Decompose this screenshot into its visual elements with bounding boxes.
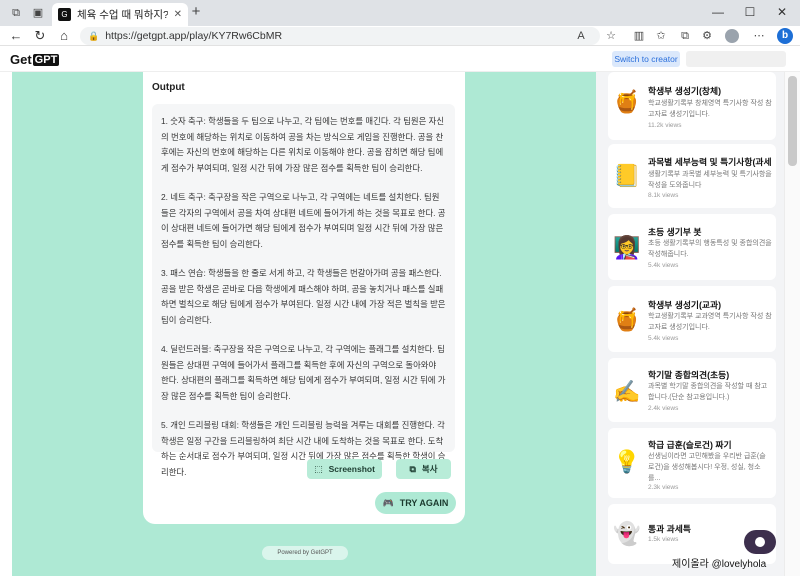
sidebar-item[interactable]: 🍯 학생부 생성기(교과) 학교생활기록부 교과영역 특기사항 작성 참고자료 … (608, 286, 776, 352)
logo-gpt-text: GPT (32, 53, 60, 66)
lock-icon: 🔒 (88, 30, 100, 41)
close-window-icon[interactable]: ✕ (772, 5, 792, 19)
screenshot-icon: ⬚ (314, 463, 323, 474)
read-aloud-icon[interactable]: A (574, 29, 588, 43)
new-tab-icon[interactable]: + (188, 4, 204, 20)
sidebar-item[interactable]: 💡 학급 급훈(슬로건) 짜기 선생님이라면 고민해봤을 우리반 급훈(슬로건)… (608, 428, 776, 498)
sidebar-item[interactable]: 👩‍🏫 초등 생기부 봇 초등 생활기록부의 행동특성 및 종합의견을 작성해줍… (608, 214, 776, 280)
split-screen-icon[interactable]: ▥ (632, 29, 646, 43)
sidebar-item[interactable]: 📒 과목별 세부능력 및 특기사항(과세... 생활기록부 과목별 세부능력 및… (608, 144, 776, 208)
try-again-button[interactable]: 🎮 TRY AGAIN (375, 492, 456, 514)
sidebar-scrollbar[interactable] (784, 72, 800, 576)
copy-icon: ⧉ (409, 463, 416, 474)
site-header: Get GPT Switch to creator (0, 46, 800, 72)
tab-actions-icon[interactable]: ▣ (30, 5, 46, 21)
output-paragraph: 4. 딜런드러블: 축구장을 작은 구역으로 나누고, 각 구역에는 플래그를 … (161, 344, 446, 401)
sidebar-item-views: 11.2k views (648, 122, 682, 129)
url-text: https://getgpt.app/play/KY7Rw6CbMR (105, 30, 283, 42)
output-paragraph: 2. 네트 축구: 축구장을 작은 구역으로 나누고, 각 구역에는 네트를 설… (161, 192, 446, 249)
sidebar-item-views: 1.5k views (648, 536, 679, 543)
more-menu-icon[interactable]: ⋯ (752, 29, 766, 43)
copy-button[interactable]: ⧉ 복사 (396, 459, 451, 479)
address-toolbar: ← ↻ ⌂ 🔒 https://getgpt.app/play/KY7Rw6Cb… (0, 26, 800, 46)
home-icon[interactable]: ⌂ (56, 28, 72, 44)
close-tab-icon[interactable]: ✕ (174, 9, 182, 20)
screenshot-button[interactable]: ⬚ Screenshot (307, 459, 382, 479)
sidebar-item-desc: 초등 생활기록부의 행동특성 및 종합의견을 작성해줍니다. (648, 240, 772, 258)
sidebar-item-title: 학생부 생성기(창체) (648, 86, 722, 96)
try-again-label: TRY AGAIN (399, 498, 449, 508)
powered-by-badge[interactable]: Powered by GetGPT (262, 546, 348, 560)
output-text-box: 1. 숫자 축구: 학생들을 두 팀으로 나누고, 각 팀에는 번호를 매긴다.… (152, 104, 455, 477)
sidebar-item-title: 과목별 세부능력 및 특기사항(과세... (648, 157, 772, 167)
sidebar-item-desc: 학교생활기록부 창체영역 특기사항 작성 참고자료 생성기입니다. (648, 100, 772, 118)
sidebar-item-desc: 생활기록부 과목별 세부능력 및 특기사항을 작성을 도와줍니다 (648, 171, 772, 189)
lightbulb-icon: 💡 (613, 449, 641, 474)
watermark-text: 제이올라 @lovelyhola (672, 559, 767, 570)
back-icon[interactable]: ← (8, 28, 24, 44)
extension-icon[interactable]: ⚙ (700, 29, 714, 43)
sidebar-item-views: 2.3k views (648, 484, 679, 491)
account-pill[interactable] (686, 51, 786, 67)
sidebar-item-desc: 선생님이라면 고민해봤을 우리반 급훈(슬로건)을 생성해봅시다! 우정, 성실… (648, 453, 766, 482)
bing-copilot-icon[interactable]: b (777, 28, 793, 44)
output-label: Output (152, 82, 185, 93)
notebook-icon: 📒 (613, 163, 641, 188)
logo-get-text: Get (10, 52, 32, 67)
scrollbar-thumb[interactable] (788, 76, 797, 166)
teacher-icon: 👩‍🏫 (613, 235, 641, 260)
browser-tab-bar: ⧉ ▣ G 체육 수업 때 뭐하지? GetGPT ✕ + — ☐ ✕ (0, 0, 800, 26)
favorites-icon[interactable]: ✩ (654, 29, 668, 43)
maximize-icon[interactable]: ☐ (740, 5, 760, 19)
sidebar-item-views: 2.4k views (648, 405, 679, 412)
minimize-icon[interactable]: — (708, 5, 728, 19)
chat-bubble-icon[interactable] (744, 530, 776, 554)
writing-hand-icon: ✍️ (613, 379, 641, 404)
screenshot-label: Screenshot (328, 464, 375, 474)
sidebar-item-views: 5.4k views (648, 262, 679, 269)
getgpt-logo[interactable]: Get GPT (10, 52, 60, 67)
switch-to-creator-button[interactable]: Switch to creator (612, 51, 680, 67)
sidebar-item-views: 5.4k views (648, 335, 679, 342)
sidebar-item-title: 학기말 종합의견(초등) (648, 370, 730, 380)
sidebar-item-views: 8.1k views (648, 192, 679, 199)
sidebar-item-title: 학생부 생성기(교과) (648, 300, 722, 310)
honey-pot-icon: 🍯 (613, 89, 641, 114)
sidebar-item-desc: 과목별 학기말 종합의견을 작성할 때 참고합니다.(단순 참고용입니다.) (648, 383, 768, 401)
sidebar-item-title: 학급 급훈(슬로건) 짜기 (648, 440, 732, 450)
output-paragraph: 1. 숫자 축구: 학생들을 두 팀으로 나누고, 각 팀에는 번호를 매긴다.… (161, 116, 445, 173)
gamepad-icon: 🎮 (382, 497, 394, 508)
copy-label: 복사 (421, 464, 438, 474)
sidebar-item-desc: 학교생활기록부 교과영역 특기사항 작성 참고자료 생성기입니다. (648, 313, 772, 331)
profile-avatar[interactable] (725, 29, 739, 43)
sidebar-item-title: 초등 생기부 봇 (648, 227, 702, 237)
refresh-icon[interactable]: ↻ (32, 28, 48, 44)
url-field[interactable]: 🔒 https://getgpt.app/play/KY7Rw6CbMR (80, 27, 600, 45)
collections-icon[interactable]: ⧉ (678, 29, 692, 43)
sidebar-item[interactable]: 🍯 학생부 생성기(창체) 학교생활기록부 창체영역 특기사항 작성 참고자료 … (608, 72, 776, 140)
sidebar-item[interactable]: ✍️ 학기말 종합의견(초등) 과목별 학기말 종합의견을 작성할 때 참고합니… (608, 358, 776, 422)
browser-tab[interactable]: G 체육 수업 때 뭐하지? GetGPT ✕ (52, 3, 188, 26)
output-paragraph: 3. 패스 연습: 학생들을 한 줄로 서게 하고, 각 학생들은 번갈아가며 … (161, 268, 446, 325)
getgpt-favicon-icon: G (58, 8, 71, 21)
ghost-icon: 👻 (613, 521, 641, 546)
favorite-star-icon[interactable]: ☆ (604, 29, 618, 43)
workspaces-icon[interactable]: ⧉ (8, 5, 24, 21)
tab-title: 체육 수업 때 뭐하지? GetGPT (77, 9, 168, 21)
honey-pot-icon: 🍯 (613, 307, 641, 332)
